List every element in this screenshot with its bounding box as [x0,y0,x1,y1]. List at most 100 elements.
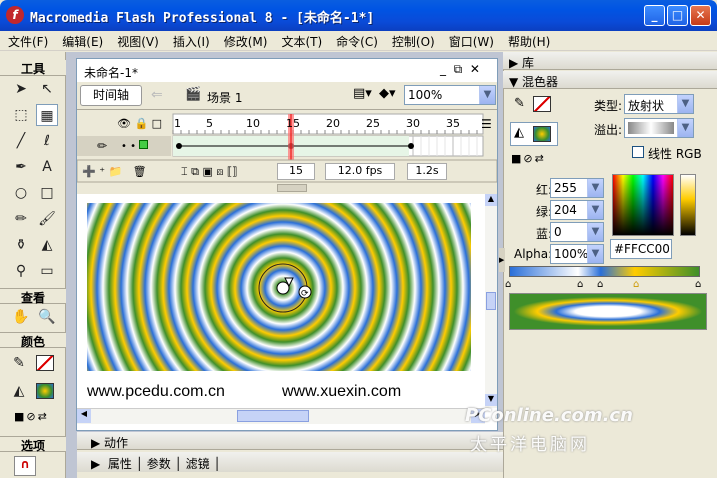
menu-window[interactable]: 窗口(W) [441,31,500,50]
red-input[interactable]: 255 ▼ [550,178,604,198]
snap-magnet-icon[interactable]: ∩ [14,456,36,476]
fill-color-icon[interactable]: ◭ [8,380,30,402]
stroke-color-icon[interactable]: ✎ [8,352,30,374]
oval-tool-icon[interactable]: ○ [10,182,32,204]
actions-panel-header[interactable]: ▶ 动作 [77,432,503,450]
radial-gradient-artwork[interactable]: ⟳ [87,203,471,371]
chevron-down-icon: ▼ [587,245,603,263]
maximize-button[interactable]: □ [667,5,688,26]
document-tab[interactable]: 未命名-1* [78,60,148,80]
zoom-select[interactable]: 100% ▼ [404,85,496,105]
properties-tab[interactable]: 属性 [108,457,132,471]
menu-insert[interactable]: 插入(I) [165,31,216,50]
tools-header: 工具 [0,60,66,76]
onion-skin-buttons[interactable]: ⌶ ⧉ ▣ ⧇ ⟦⟧ [181,165,238,179]
line-tool-icon[interactable]: ╱ [10,130,32,152]
mixer-fill-swatch[interactable] [533,126,551,142]
brush-tool-icon[interactable]: 🖌 [36,208,58,230]
menu-view[interactable]: 视图(V) [109,31,165,50]
frame-number[interactable]: 1 [174,117,181,130]
zoom-tool-icon[interactable]: 🔍 [36,306,58,328]
color-swap-icons[interactable]: ■⊘⇄ [14,410,49,423]
layer-buttons[interactable]: ➕ ⁺ 📁 🗑 [82,165,147,178]
pen-tool-icon[interactable]: ✒ [10,156,32,178]
stroke-color-swatch[interactable] [36,355,54,371]
frame-number[interactable]: 15 [286,117,300,130]
eraser-tool-icon[interactable]: ▭ [36,260,58,282]
free-transform-tool-icon[interactable]: ⬚ [10,104,32,126]
timeline-splitter[interactable] [277,184,307,192]
menu-text[interactable]: 文本(T) [273,31,328,50]
timeline-menu-icon[interactable]: ☰ [481,117,492,131]
color-spectrum-picker[interactable] [612,174,674,236]
subselection-tool-icon[interactable]: ↖ [36,78,58,100]
menu-modify[interactable]: 修改(M) [216,31,274,50]
mixer-stroke-swatch[interactable] [533,96,551,112]
blue-value: 0 [554,225,562,239]
mixer-swap-icons[interactable]: ■⊘⇄ [511,152,546,165]
chevron-down-icon: ▼ [587,201,603,219]
tools-panel: 工具 ➤ ↖ ⬚ ▦ ╱ ℓ ✒ A ○ □ ✏ 🖌 ⚱ ◭ ⚲ ▭ 查看 ✋ … [0,52,66,478]
text-tool-icon[interactable]: A [36,156,58,178]
flash-app-icon[interactable]: f [6,6,24,24]
brightness-slider[interactable] [680,174,696,236]
fill-type-select[interactable]: 放射状 ▼ [624,94,694,114]
close-button[interactable]: ✕ [690,5,711,26]
menu-file[interactable]: 文件(F) [0,31,54,50]
vertical-scrollbar[interactable]: ▲ ▼ [485,194,497,408]
eyedropper-tool-icon[interactable]: ⚲ [10,260,32,282]
menu-control[interactable]: 控制(O) [384,31,441,50]
gradient-definition-bar[interactable] [509,266,700,277]
frame-rate-display[interactable]: 12.0 fps [325,163,395,180]
frame-number[interactable]: 30 [406,117,420,130]
ink-bottle-tool-icon[interactable]: ⚱ [10,234,32,256]
rectangle-tool-icon[interactable]: □ [36,182,58,204]
minimize-button[interactable]: _ [644,5,665,26]
edit-scene-icon[interactable]: ▤▾ [353,86,372,101]
frame-number[interactable]: 20 [326,117,340,130]
horizontal-scrollbar[interactable]: ◀ ▶ [77,408,485,424]
library-panel-title: 库 [522,56,535,70]
panel-collapse-arrow-icon[interactable]: ▶ [499,248,505,272]
lasso-tool-icon[interactable]: ℓ [36,130,58,152]
frame-number[interactable]: 25 [366,117,380,130]
document-window-controls[interactable]: _ ⧉ ✕ [440,62,480,77]
chevron-down-icon: ▼ [677,95,693,113]
title-bar: f Macromedia Flash Professional 8 - [未命名… [0,0,717,31]
menu-edit[interactable]: 编辑(E) [54,31,109,50]
frame-number[interactable]: 35 [446,117,460,130]
fill-type-label: 类型: [594,99,623,113]
pencil-tool-icon[interactable]: ✏ [10,208,32,230]
blue-input[interactable]: 0 ▼ [550,222,604,242]
alpha-input[interactable]: 100% ▼ [550,244,604,264]
gradient-transform-tool-icon[interactable]: ▦ [36,104,58,126]
back-arrow-icon[interactable]: ⇐ [151,87,163,103]
timeline-toggle-button[interactable]: 时间轴 [80,85,142,106]
mixer-stroke-icon[interactable]: ✎ [514,96,525,111]
edit-symbols-icon[interactable]: ◆▾ [379,86,396,101]
parameters-tab[interactable]: 参数 [147,457,171,471]
vertical-scroll-thumb[interactable] [486,292,496,310]
stage-canvas[interactable]: ⟳ [87,203,471,371]
linear-rgb-checkbox[interactable] [632,146,644,158]
green-input[interactable]: 204 ▼ [550,200,604,220]
filters-tab[interactable]: 滤镜 [186,457,210,471]
scroll-left-icon[interactable]: ◀ [77,409,91,423]
hand-tool-icon[interactable]: ✋ [10,306,32,328]
frame-number[interactable]: 5 [206,117,213,130]
frame-number[interactable]: 10 [246,117,260,130]
hex-color-input[interactable]: #FFCC00 [610,239,672,259]
overflow-select[interactable]: ▼ [624,118,694,138]
selection-tool-icon[interactable]: ➤ [10,78,32,100]
gradient-stops[interactable]: ⌂ ⌂ ⌂ ⌂ ⌂ [505,279,705,291]
layer-header-icons[interactable]: 👁 🔒 □ [117,117,162,130]
scroll-up-icon[interactable]: ▲ [485,194,497,206]
fill-color-swatch[interactable] [36,383,54,399]
menu-help[interactable]: 帮助(H) [500,31,556,50]
paint-bucket-tool-icon[interactable]: ◭ [36,234,58,256]
layer-state-icons[interactable]: • • [121,140,149,152]
horizontal-scroll-thumb[interactable] [237,410,309,422]
library-panel-header[interactable]: ▶ 库 [503,52,717,70]
menu-commands[interactable]: 命令(C) [328,31,384,50]
color-mixer-panel-header[interactable]: ▼ 混色器 [503,71,717,89]
